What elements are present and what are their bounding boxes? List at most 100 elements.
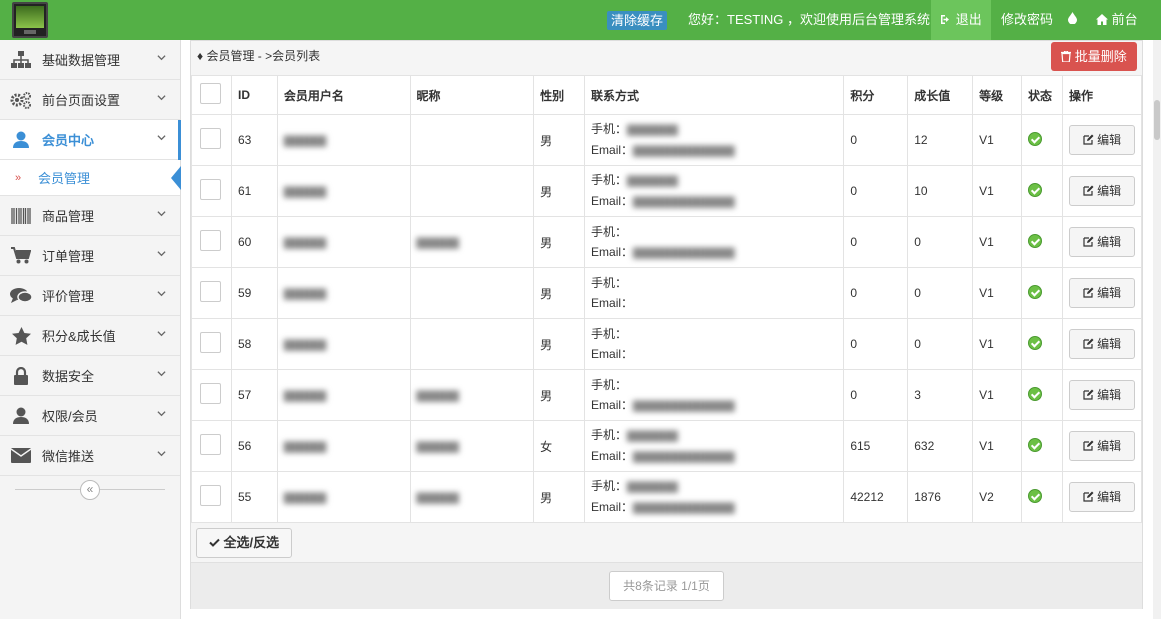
- sidebar-item-front-settings[interactable]: 前台页面设置: [0, 80, 180, 120]
- cell-growth: 0: [907, 318, 974, 370]
- edit-label: 编辑: [1097, 133, 1122, 147]
- double-chevron-right-icon: »: [15, 171, 22, 184]
- check-circle-icon[interactable]: [1028, 335, 1042, 350]
- sidebar-item-member-center[interactable]: 会员中心: [0, 120, 181, 160]
- check-circle-icon[interactable]: [1028, 386, 1042, 401]
- col-header-nickname: 昵称: [409, 75, 535, 115]
- cell-gender: 男: [533, 267, 586, 319]
- theme-drop-icon[interactable]: [1068, 0, 1077, 40]
- edit-icon: [1083, 389, 1094, 400]
- sidebar-item-points-growth[interactable]: 积分&成长值: [0, 316, 180, 356]
- logout-button[interactable]: 退出: [931, 0, 991, 40]
- sidebar-item-label: 评价管理: [42, 289, 95, 304]
- cell-contact: 手机： Email：▇▇▇▇▇▇▇▇▇▇▇▇: [584, 216, 845, 268]
- edit-button[interactable]: 编辑: [1069, 227, 1135, 257]
- row-checkbox[interactable]: [200, 485, 221, 506]
- cell-growth: 632: [907, 420, 974, 472]
- collapse-sidebar-icon[interactable]: «: [80, 480, 100, 500]
- front-site-link[interactable]: 前台: [1096, 0, 1138, 40]
- active-caret: [171, 166, 181, 190]
- batch-delete-button[interactable]: 批量删除: [1051, 42, 1137, 71]
- cell-growth: 3: [907, 369, 974, 421]
- sidebar-item-permissions[interactable]: 权限/会员: [0, 396, 180, 436]
- cell-actions: 编辑: [1062, 471, 1142, 523]
- row-checkbox[interactable]: [200, 434, 221, 455]
- sidebar-item-wechat-push[interactable]: 微信推送: [0, 436, 180, 476]
- check-circle-icon[interactable]: [1028, 233, 1042, 248]
- scrollbar-thumb[interactable]: [1154, 100, 1160, 140]
- edit-icon: [1083, 236, 1094, 247]
- row-checkbox[interactable]: [200, 383, 221, 404]
- row-checkbox[interactable]: [200, 179, 221, 200]
- check-circle-icon[interactable]: [1028, 488, 1042, 503]
- cell-actions: 编辑: [1062, 318, 1142, 370]
- chevron-down-icon: [157, 451, 166, 457]
- sidebar-item-data-security[interactable]: 数据安全: [0, 356, 180, 396]
- cell-actions: 编辑: [1062, 216, 1142, 268]
- redacted-email: ▇▇▇▇▇▇▇▇▇▇▇▇: [633, 246, 735, 259]
- email-label: Email：: [591, 194, 634, 208]
- edit-button[interactable]: 编辑: [1069, 380, 1135, 410]
- row-checkbox[interactable]: [200, 281, 221, 302]
- sidebar-item-reviews[interactable]: 评价管理: [0, 276, 180, 316]
- cell-points: 0: [843, 369, 909, 421]
- phone-label: 手机：: [591, 428, 628, 442]
- sidebar-item-label: 权限/会员: [42, 409, 98, 424]
- sidebar-item-orders[interactable]: 订单管理: [0, 236, 180, 276]
- select-all-button[interactable]: 全选/反选: [196, 528, 292, 558]
- row-checkbox[interactable]: [200, 230, 221, 251]
- phone-label: 手机：: [591, 377, 628, 392]
- active-indicator: [178, 120, 181, 160]
- table-row: 59 ▇▇▇▇▇ 男手机： Email： 0 0 V1 编辑: [191, 267, 1142, 319]
- redacted-username: ▇▇▇▇▇: [283, 492, 327, 504]
- check-circle-icon[interactable]: [1028, 131, 1042, 146]
- cell-level: V1: [972, 267, 1022, 319]
- select-all-checkbox[interactable]: [200, 83, 221, 104]
- col-header-username: 会员用户名: [276, 75, 411, 115]
- cell-level: V1: [972, 216, 1022, 268]
- cell-contact: 手机： Email：: [584, 318, 845, 370]
- cell-gender: 男: [533, 216, 586, 268]
- sign-out-icon: [941, 15, 950, 24]
- redacted-phone: ▇▇▇▇▇▇: [627, 481, 678, 493]
- cell-contact: 手机：▇▇▇▇▇▇ Email：▇▇▇▇▇▇▇▇▇▇▇▇: [584, 165, 845, 217]
- clear-cache-button[interactable]: 清除缓存: [607, 11, 668, 30]
- sidebar-item-basic-data[interactable]: 基础数据管理: [0, 40, 180, 80]
- cell-growth: 12: [907, 114, 974, 166]
- redacted-email: ▇▇▇▇▇▇▇▇▇▇▇▇: [633, 399, 735, 412]
- pagination-info: 共8条记录 1/1页: [609, 571, 724, 601]
- sidebar-subitem-member-management[interactable]: » 会员管理: [0, 160, 181, 196]
- cell-level: V2: [972, 471, 1022, 523]
- cell-points: 0: [843, 114, 909, 166]
- lock-icon: [0, 366, 42, 385]
- redacted-username: ▇▇▇▇▇: [283, 390, 327, 402]
- cell-username: ▇▇▇▇▇: [276, 471, 411, 523]
- scrollbar[interactable]: [1153, 40, 1161, 619]
- cell-gender: 女: [533, 420, 586, 472]
- check-circle-icon[interactable]: [1028, 284, 1042, 299]
- edit-label: 编辑: [1097, 337, 1122, 351]
- cell-id: 58: [230, 318, 278, 370]
- cell-username: ▇▇▇▇▇: [276, 216, 411, 268]
- edit-button[interactable]: 编辑: [1069, 125, 1135, 155]
- edit-button[interactable]: 编辑: [1069, 482, 1135, 512]
- edit-button[interactable]: 编辑: [1069, 431, 1135, 461]
- check-circle-icon[interactable]: [1028, 437, 1042, 452]
- check-circle-icon[interactable]: [1028, 182, 1042, 197]
- cell-contact: 手机：▇▇▇▇▇▇ Email：▇▇▇▇▇▇▇▇▇▇▇▇: [584, 114, 845, 166]
- chevron-down-icon: [157, 371, 166, 377]
- edit-button[interactable]: 编辑: [1069, 278, 1135, 308]
- sidebar-item-label: 微信推送: [42, 449, 95, 464]
- row-checkbox[interactable]: [200, 128, 221, 149]
- edit-button[interactable]: 编辑: [1069, 176, 1135, 206]
- edit-button[interactable]: 编辑: [1069, 329, 1135, 359]
- cell-gender: 男: [533, 318, 586, 370]
- row-checkbox[interactable]: [200, 332, 221, 353]
- cell-growth: 1876: [907, 471, 974, 523]
- sidebar-item-label: 订单管理: [42, 249, 95, 264]
- sidebar-item-label: 前台页面设置: [42, 93, 121, 108]
- redacted-username: ▇▇▇▇▇: [283, 441, 327, 453]
- phone-label: 手机：: [591, 122, 628, 136]
- change-password-link[interactable]: 修改密码: [1001, 0, 1053, 40]
- sidebar-item-products[interactable]: 商品管理: [0, 196, 180, 236]
